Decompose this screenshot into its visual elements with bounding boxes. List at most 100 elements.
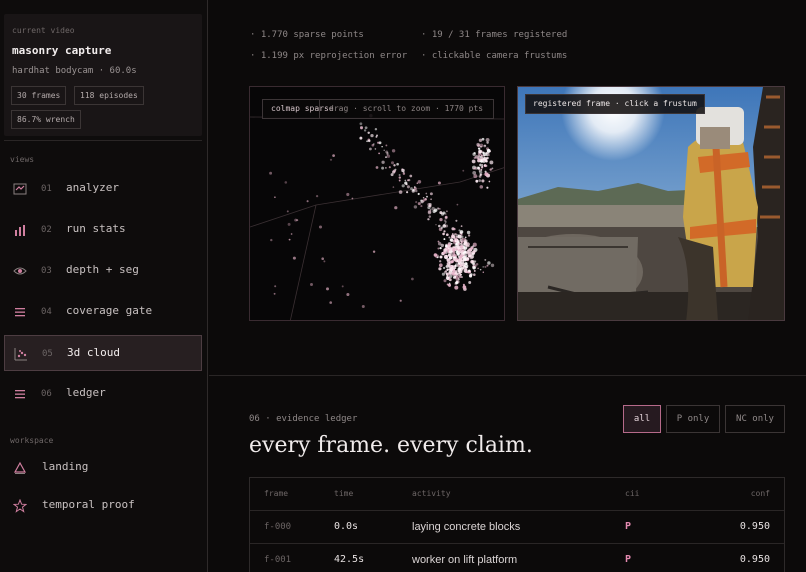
cloud-point	[443, 279, 447, 283]
cloud-point	[429, 204, 432, 208]
cloud-point	[459, 239, 463, 243]
cloud-point	[454, 270, 458, 273]
cloud-point	[392, 170, 396, 174]
cloud-point	[451, 235, 456, 239]
point-cloud-canvas[interactable]	[250, 87, 505, 321]
stat-frames-registered: · 19 / 31 frames registered	[421, 30, 568, 40]
cloud-point	[433, 253, 438, 257]
table-row[interactable]: f-000 0.0s laying concrete blocks P 0.95…	[250, 510, 784, 543]
cloud-point	[439, 211, 443, 215]
cloud-point	[466, 271, 469, 274]
nav-num: 02	[41, 225, 52, 235]
cloud-point	[346, 292, 350, 297]
cloud-point	[459, 250, 463, 254]
cloud-point	[409, 174, 413, 178]
cloud-point	[401, 168, 404, 171]
nav-label: run stats	[66, 222, 126, 235]
cloud-point	[367, 139, 371, 143]
cloud-point	[437, 241, 442, 246]
point-cloud-viewer[interactable]: colmap sparse drag · scroll to zoom · 17…	[249, 86, 505, 321]
cloud-point	[484, 258, 487, 261]
views-label: views	[10, 155, 35, 164]
col-header-cii: cii	[625, 489, 640, 498]
cloud-point	[306, 200, 309, 203]
cloud-point	[482, 266, 484, 268]
cloud-point	[401, 184, 405, 188]
cloud-point	[488, 154, 490, 156]
cloud-point	[464, 239, 468, 243]
cloud-point	[481, 164, 484, 166]
stat-frustums: · clickable camera frustums	[421, 51, 568, 61]
nav-item-coverage-gate[interactable]: 04 coverage gate	[4, 294, 202, 330]
nav-item-depth-seg[interactable]: 03 depth + seg	[4, 253, 202, 289]
cloud-point	[452, 239, 454, 242]
cloud-point	[458, 263, 461, 265]
workspace-label: workspace	[10, 436, 54, 445]
registered-frame-view[interactable]: registered frame · click a frustum	[517, 86, 785, 321]
cloud-point	[426, 195, 428, 198]
nav-label: 3d cloud	[67, 346, 120, 359]
cloud-point	[464, 268, 468, 271]
cloud-point	[381, 160, 385, 164]
cloud-point	[486, 148, 491, 153]
cloud-point	[467, 245, 470, 248]
frames-chip: 30 frames	[11, 86, 67, 105]
cloud-point	[417, 202, 421, 206]
cloud-point	[480, 168, 483, 171]
cloud-point	[481, 179, 485, 183]
cloud-point	[471, 252, 475, 256]
star-icon	[13, 499, 27, 513]
cloud-point	[453, 276, 456, 279]
cloud-point	[394, 168, 397, 171]
cloud-hint: drag · scroll to zoom · 1770 pts	[329, 104, 484, 113]
cloud-point	[429, 192, 433, 196]
wrench-chip: 86.7% wrench	[11, 110, 81, 129]
cloud-point	[372, 250, 376, 253]
nav-label: ledger	[66, 386, 106, 399]
cloud-point	[489, 168, 492, 171]
filter-all-button[interactable]: all	[623, 405, 661, 433]
evidence-table: frame time activity cii conf f-000 0.0s …	[249, 477, 785, 572]
cloud-point	[450, 265, 453, 268]
cloud-point	[360, 126, 363, 130]
cloud-point	[435, 223, 437, 226]
cloud-point	[475, 179, 479, 183]
cloud-point	[445, 244, 448, 248]
nav-num: 05	[42, 349, 53, 359]
cloud-point	[457, 241, 460, 244]
eye-icon	[13, 267, 27, 275]
cloud-point	[460, 233, 463, 236]
cloud-point	[479, 163, 482, 167]
cloud-point	[453, 227, 456, 231]
cloud-point	[363, 129, 367, 132]
cloud-point	[391, 149, 396, 153]
cloud-point	[427, 218, 430, 221]
video-title: masonry capture	[12, 44, 112, 57]
cloud-point	[442, 266, 446, 270]
filter-p-only-button[interactable]: P only	[666, 405, 720, 433]
cloud-point	[399, 299, 402, 302]
cloud-point	[486, 264, 489, 267]
sidebar: current video masonry capture hardhat bo…	[0, 0, 208, 572]
nav-item-landing[interactable]: landing	[4, 450, 202, 486]
cloud-point	[485, 137, 490, 142]
nav-item-ledger[interactable]: 06 ledger	[4, 376, 202, 412]
cloud-point	[469, 273, 473, 276]
nav-item-analyzer[interactable]: 01 analyzer	[4, 171, 202, 207]
filter-nc-only-button[interactable]: NC only	[725, 405, 785, 433]
cloud-point	[381, 145, 383, 148]
nav-item-run-stats[interactable]: 02 run stats	[4, 212, 202, 248]
cloud-point	[442, 211, 446, 215]
cloud-point	[417, 192, 420, 196]
cloud-point	[364, 126, 368, 130]
cloud-point	[462, 285, 467, 290]
nav-label: analyzer	[66, 181, 119, 194]
cloud-point	[459, 230, 464, 234]
cloud-point	[412, 189, 415, 192]
cloud-point	[443, 219, 447, 222]
nav-item-temporal-proof[interactable]: temporal proof	[4, 488, 202, 524]
table-row[interactable]: f-001 42.5s worker on lift platform P 0.…	[250, 543, 784, 572]
cloud-point	[477, 267, 479, 270]
cloud-point	[446, 283, 449, 286]
nav-item-3d-cloud[interactable]: 05 3d cloud	[4, 335, 202, 371]
